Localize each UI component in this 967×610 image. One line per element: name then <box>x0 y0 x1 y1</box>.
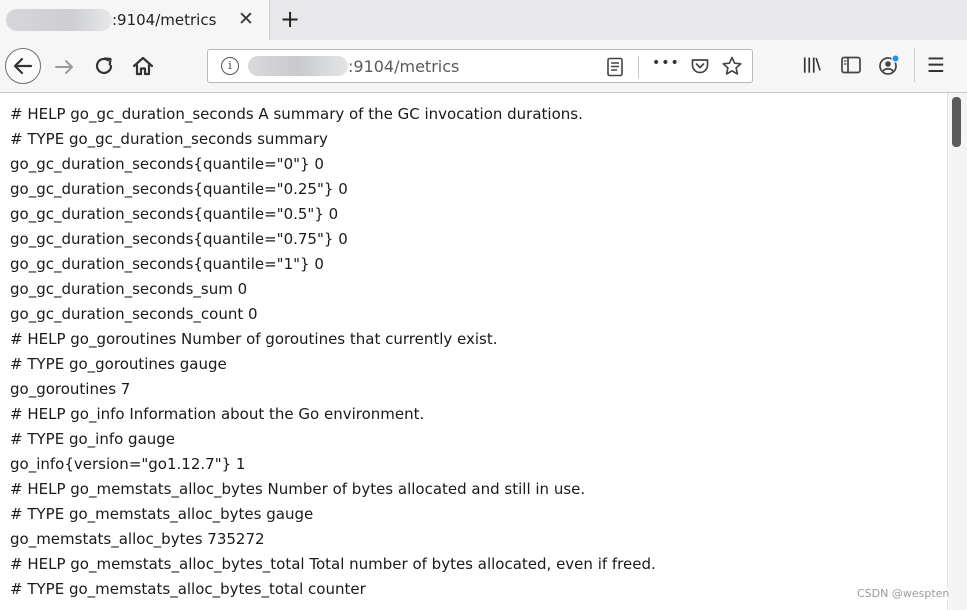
redacted-host-blur <box>6 9 112 31</box>
back-arrow-icon <box>6 49 40 83</box>
metrics-line: go_gc_duration_seconds{quantile="0.5"} 0 <box>10 205 339 223</box>
url-text[interactable]: :9104/metrics <box>348 57 459 76</box>
hamburger-menu-icon[interactable]: ☰ <box>927 53 945 77</box>
reload-icon[interactable] <box>92 54 116 78</box>
metrics-line: # TYPE go_info gauge <box>10 430 176 448</box>
close-tab-icon[interactable]: ✕ <box>238 8 254 30</box>
reader-view-icon[interactable] <box>606 57 624 77</box>
page-content: # HELP go_gc_duration_seconds A summary … <box>0 93 947 610</box>
pocket-icon[interactable] <box>690 56 710 76</box>
metrics-line: go_gc_duration_seconds{quantile="0.75"} … <box>10 230 348 248</box>
scrollbar-thumb[interactable] <box>952 97 961 147</box>
home-icon[interactable] <box>130 53 156 79</box>
metrics-line: # TYPE go_goroutines gauge <box>10 355 227 373</box>
metrics-line: go_gc_duration_seconds{quantile="0"} 0 <box>10 155 324 173</box>
new-tab-icon[interactable]: + <box>280 5 300 33</box>
metrics-line: # TYPE go_memstats_alloc_bytes_total cou… <box>10 580 366 598</box>
library-icon[interactable]: |||\ <box>802 55 821 73</box>
tab-title: :9104/metrics <box>112 11 217 29</box>
metrics-line: go_goroutines 7 <box>10 380 131 398</box>
redacted-host-blur <box>248 56 348 76</box>
star-icon[interactable] <box>721 55 743 77</box>
metrics-line: # TYPE go_memstats_alloc_bytes gauge <box>10 505 314 523</box>
metrics-line: go_gc_duration_seconds_count 0 <box>10 305 258 323</box>
back-button[interactable] <box>5 48 41 84</box>
account-icon[interactable] <box>877 53 901 77</box>
metrics-line: go_info{version="go1.12.7"} 1 <box>10 455 246 473</box>
metrics-line: # HELP go_goroutines Number of goroutine… <box>10 330 498 348</box>
urlbar-separator <box>638 56 639 78</box>
metrics-line: # HELP go_gc_duration_seconds A summary … <box>10 105 583 123</box>
metrics-line: # HELP go_memstats_alloc_bytes Number of… <box>10 480 586 498</box>
metrics-line: go_gc_duration_seconds{quantile="0.25"} … <box>10 180 348 198</box>
tab-metrics[interactable]: :9104/metrics ✕ <box>0 0 270 40</box>
metrics-line: go_gc_duration_seconds_sum 0 <box>10 280 248 298</box>
vertical-scrollbar[interactable] <box>947 93 967 610</box>
sidebar-icon[interactable] <box>840 55 862 75</box>
metrics-line: go_gc_duration_seconds{quantile="1"} 0 <box>10 255 324 273</box>
url-bar[interactable]: i :9104/metrics ••• <box>207 49 753 83</box>
site-info-icon[interactable]: i <box>221 57 239 75</box>
watermark: CSDN @wespten <box>857 587 950 600</box>
metrics-line: # HELP go_memstats_alloc_bytes_total Tot… <box>10 555 656 573</box>
page-actions-icon[interactable]: ••• <box>652 55 680 71</box>
navigation-toolbar: i :9104/metrics ••• |||\ ☰ <box>0 40 967 93</box>
forward-arrow-icon[interactable] <box>52 54 78 80</box>
metrics-line: go_memstats_alloc_bytes 735272 <box>10 530 265 548</box>
tab-strip: :9104/metrics ✕ + <box>0 0 967 40</box>
metrics-line: # TYPE go_gc_duration_seconds summary <box>10 130 328 148</box>
toolbar-separator <box>914 48 915 82</box>
metrics-line: # HELP go_info Information about the Go … <box>10 405 425 423</box>
